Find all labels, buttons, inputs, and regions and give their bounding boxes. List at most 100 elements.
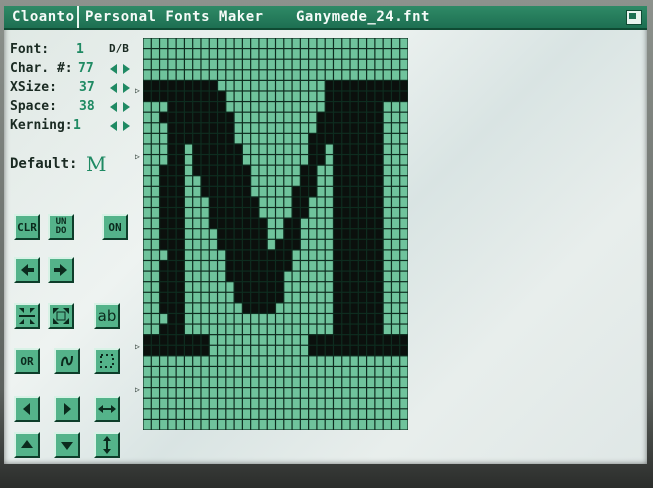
pixel-cell-on[interactable]	[334, 112, 342, 123]
pixel-cell-on[interactable]	[168, 144, 176, 154]
pixel-cell-off[interactable]	[276, 155, 284, 165]
pixel-cell-on[interactable]	[334, 314, 342, 324]
pixel-cell-on[interactable]	[201, 176, 209, 186]
pixel-cell-off[interactable]	[317, 367, 325, 377]
pixel-cell-off[interactable]	[234, 49, 242, 59]
pixel-cell-off[interactable]	[284, 197, 292, 207]
pixel-cell-off[interactable]	[226, 345, 234, 356]
pixel-cell-on[interactable]	[242, 303, 251, 313]
pixel-cell-off[interactable]	[383, 420, 391, 430]
pixel-cell-on[interactable]	[350, 133, 358, 144]
pixel-cell-off[interactable]	[193, 398, 201, 409]
pixel-cell-off[interactable]	[276, 49, 284, 59]
pixel-cell-on[interactable]	[209, 197, 217, 207]
pixel-cell-off[interactable]	[284, 345, 292, 356]
pixel-cell-off[interactable]	[325, 70, 333, 80]
pixel-cell-on[interactable]	[176, 345, 184, 356]
pixel-cell-on[interactable]	[358, 186, 366, 197]
pixel-cell-on[interactable]	[334, 218, 342, 229]
pixel-cell-off[interactable]	[325, 197, 333, 207]
pixel-cell-off[interactable]	[284, 123, 292, 133]
pixel-cell-off[interactable]	[234, 133, 242, 144]
pixel-cell-off[interactable]	[325, 229, 333, 239]
pixel-cell-on[interactable]	[334, 176, 342, 186]
pixel-cell-off[interactable]	[284, 367, 292, 377]
pixel-cell-on[interactable]	[358, 345, 366, 356]
pixel-cell-off[interactable]	[400, 165, 408, 176]
pixel-cell-on[interactable]	[193, 80, 201, 91]
pixel-cell-on[interactable]	[193, 335, 201, 345]
pixel-cell-off[interactable]	[201, 70, 209, 80]
pixel-cell-off[interactable]	[160, 144, 168, 154]
pixel-cell-on[interactable]	[168, 218, 176, 229]
pixel-cell-off[interactable]	[251, 176, 259, 186]
pixel-cell-on[interactable]	[342, 186, 350, 197]
pixel-cell-off[interactable]	[193, 356, 201, 366]
pixel-cell-off[interactable]	[160, 409, 168, 419]
pixel-cell-on[interactable]	[342, 345, 350, 356]
pixel-cell-on[interactable]	[367, 261, 375, 271]
pixel-cell-off[interactable]	[317, 59, 325, 70]
pixel-cell-on[interactable]	[342, 229, 350, 239]
pixel-cell-off[interactable]	[209, 250, 217, 260]
pixel-cell-off[interactable]	[317, 261, 325, 271]
pixel-cell-off[interactable]	[143, 229, 151, 239]
pixel-cell-off[interactable]	[276, 102, 284, 112]
pixel-cell-off[interactable]	[267, 123, 275, 133]
pixel-cell-on[interactable]	[350, 292, 358, 303]
pixel-cell-off[interactable]	[151, 420, 159, 430]
pixel-cell-on[interactable]	[160, 165, 168, 176]
pixel-cell-off[interactable]	[325, 155, 333, 165]
pixel-cell-on[interactable]	[218, 102, 226, 112]
pixel-cell-off[interactable]	[383, 271, 391, 282]
pixel-cell-off[interactable]	[193, 176, 201, 186]
pixel-cell-off[interactable]	[276, 176, 284, 186]
pixel-cell-off[interactable]	[226, 398, 234, 409]
pixel-cell-on[interactable]	[251, 197, 259, 207]
pixel-cell-off[interactable]	[383, 70, 391, 80]
pixel-cell-off[interactable]	[300, 345, 309, 356]
pixel-cell-on[interactable]	[284, 261, 292, 271]
text-preview-button[interactable]: ab	[94, 303, 120, 329]
pixel-cell-on[interactable]	[367, 271, 375, 282]
pixel-cell-on[interactable]	[350, 208, 358, 218]
pixel-cell-off[interactable]	[185, 186, 193, 197]
pixel-cell-off[interactable]	[242, 314, 251, 324]
pixel-cell-off[interactable]	[325, 176, 333, 186]
pixel-cell-off[interactable]	[176, 420, 184, 430]
pixel-cell-off[interactable]	[383, 197, 391, 207]
pixel-cell-on[interactable]	[350, 218, 358, 229]
on-button[interactable]: ON	[102, 214, 128, 240]
pixel-cell-off[interactable]	[300, 420, 309, 430]
pixel-cell-off[interactable]	[242, 49, 251, 59]
pixel-cell-on[interactable]	[168, 239, 176, 250]
pixel-cell-off[interactable]	[358, 388, 366, 398]
pixel-cell-off[interactable]	[226, 314, 234, 324]
pixel-cell-off[interactable]	[267, 133, 275, 144]
pixel-cell-on[interactable]	[168, 335, 176, 345]
pixel-cell-on[interactable]	[375, 176, 383, 186]
pixel-cell-on[interactable]	[259, 303, 267, 313]
pixel-cell-off[interactable]	[201, 271, 209, 282]
pixel-cell-on[interactable]	[201, 165, 209, 176]
pixel-cell-on[interactable]	[358, 144, 366, 154]
pixel-cell-off[interactable]	[143, 208, 151, 218]
pixel-cell-off[interactable]	[176, 59, 184, 70]
pixel-cell-off[interactable]	[151, 282, 159, 292]
pixel-cell-off[interactable]	[400, 218, 408, 229]
pixel-cell-on[interactable]	[234, 250, 242, 260]
pixel-cell-off[interactable]	[325, 377, 333, 388]
pixel-cell-off[interactable]	[383, 409, 391, 419]
pixel-cell-off[interactable]	[334, 49, 342, 59]
pixel-cell-off[interactable]	[342, 356, 350, 366]
pixel-cell-on[interactable]	[176, 102, 184, 112]
pixel-cell-on[interactable]	[325, 345, 333, 356]
pixel-cell-on[interactable]	[375, 314, 383, 324]
pixel-cell-off[interactable]	[400, 38, 408, 48]
pixel-cell-off[interactable]	[383, 186, 391, 197]
pixel-cell-on[interactable]	[201, 144, 209, 154]
pixel-cell-off[interactable]	[251, 49, 259, 59]
pixel-cell-off[interactable]	[193, 38, 201, 48]
pixel-cell-on[interactable]	[168, 123, 176, 133]
pixel-cell-on[interactable]	[342, 314, 350, 324]
